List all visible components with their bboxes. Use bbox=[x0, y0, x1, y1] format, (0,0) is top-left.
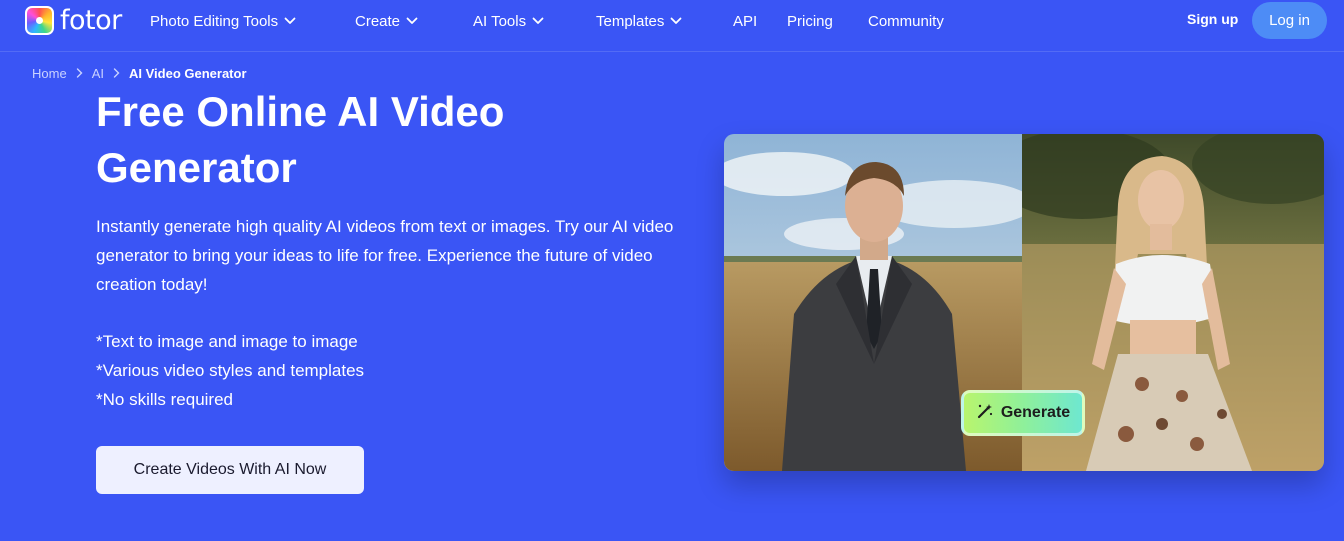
create-videos-button[interactable]: Create Videos With AI Now bbox=[96, 446, 364, 494]
chevron-down-icon bbox=[284, 17, 296, 25]
feature-item: *No skills required bbox=[96, 390, 233, 409]
nav-ai-tools[interactable]: AI Tools bbox=[473, 11, 544, 31]
nav-templates[interactable]: Templates bbox=[596, 11, 682, 31]
nav-label: AI Tools bbox=[473, 12, 527, 30]
fotor-logo[interactable]: fotor bbox=[25, 4, 122, 36]
magic-wand-icon bbox=[976, 402, 994, 425]
nav-community[interactable]: Community bbox=[868, 11, 944, 31]
login-button[interactable]: Log in bbox=[1252, 2, 1327, 39]
feature-item: *Text to image and image to image bbox=[96, 332, 358, 351]
breadcrumb-ai[interactable]: AI bbox=[92, 66, 104, 81]
hero-image: Generate bbox=[724, 134, 1324, 471]
hero-description: Instantly generate high quality AI video… bbox=[96, 217, 674, 294]
feature-list: *Text to image and image to image *Vario… bbox=[96, 327, 364, 414]
logo-text: fotor bbox=[60, 4, 122, 36]
nav-label: Community bbox=[868, 12, 944, 30]
generate-button[interactable]: Generate bbox=[961, 390, 1085, 436]
nav-label: Photo Editing Tools bbox=[150, 12, 279, 30]
chevron-right-icon bbox=[113, 66, 120, 81]
nav-label: Templates bbox=[596, 12, 665, 30]
nav-api[interactable]: API bbox=[733, 11, 757, 31]
feature-item: *Various video styles and templates bbox=[96, 361, 365, 380]
breadcrumb-home[interactable]: Home bbox=[32, 66, 67, 81]
chevron-down-icon bbox=[532, 17, 544, 25]
fotor-logo-icon bbox=[25, 5, 54, 35]
chevron-right-icon bbox=[76, 66, 83, 81]
generate-label: Generate bbox=[1000, 404, 1071, 421]
nav-photo-editing-tools[interactable]: Photo Editing Tools bbox=[150, 11, 296, 31]
chevron-down-icon bbox=[670, 17, 682, 25]
signup-link[interactable]: Sign up bbox=[1187, 11, 1238, 27]
breadcrumb-current: AI Video Generator bbox=[128, 66, 247, 81]
nav-label: Create bbox=[355, 12, 401, 30]
nav-label: Pricing bbox=[787, 12, 833, 30]
top-nav: fotor Photo Editing Tools Create AI Tool… bbox=[0, 0, 1344, 52]
nav-pricing[interactable]: Pricing bbox=[787, 11, 833, 31]
nav-create[interactable]: Create bbox=[355, 11, 418, 31]
breadcrumb: Home AI AI Video Generator bbox=[32, 66, 247, 81]
chevron-down-icon bbox=[406, 17, 418, 25]
nav-label: API bbox=[733, 12, 758, 30]
page-title: Free Online AI Video Generator bbox=[96, 88, 505, 191]
